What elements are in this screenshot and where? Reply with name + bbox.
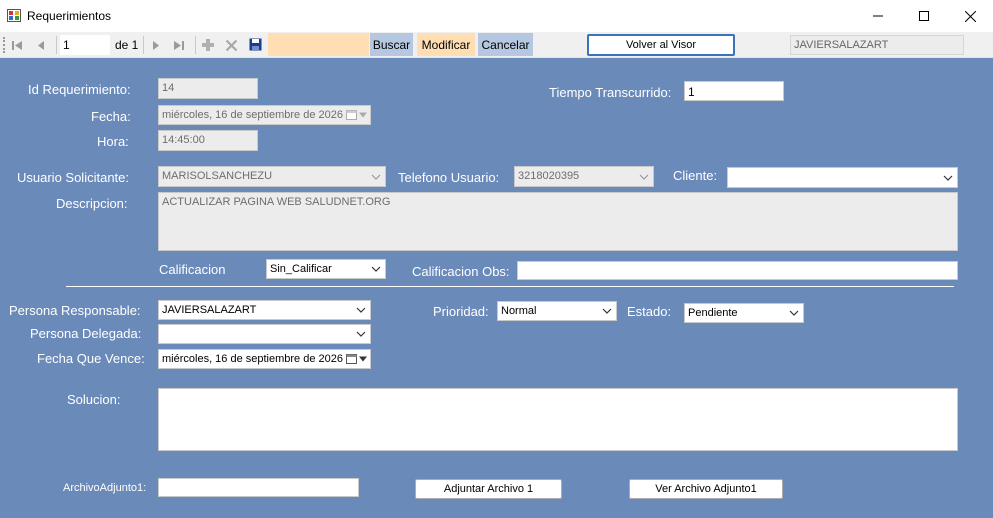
fecha-que-vence-datepicker[interactable]: miércoles, 16 de septiembre de 2026 xyxy=(158,349,371,369)
toolbar-spacer xyxy=(268,33,369,56)
modificar-button[interactable]: Modificar xyxy=(417,33,475,56)
toolbar-separator xyxy=(56,36,57,54)
cliente-label: Cliente: xyxy=(673,168,718,183)
cancelar-button[interactable]: Cancelar xyxy=(478,33,533,56)
hora-field[interactable]: 14:45:00 xyxy=(158,130,258,151)
tiempo-transcurrido-input[interactable]: 1 xyxy=(684,81,784,101)
usuario-solicitante-value: MARISOLSANCHEZU xyxy=(162,170,273,182)
persona-delegada-label: Persona Delegada: xyxy=(30,326,142,341)
move-next-icon[interactable] xyxy=(149,38,163,52)
usuario-solicitante-combo[interactable]: MARISOLSANCHEZU xyxy=(158,166,386,187)
telefono-usuario-value: 3218020395 xyxy=(518,170,580,182)
calificacion-combo[interactable]: Sin_Calificar xyxy=(266,259,386,279)
telefono-usuario-combo[interactable]: 3218020395 xyxy=(514,166,654,187)
id-requerimiento-label: Id Requerimiento: xyxy=(28,82,131,97)
chevron-down-icon xyxy=(359,112,367,118)
binding-navigator-toolbar: de 1 Buscar Modificar Cancelar Volver al… xyxy=(0,32,993,58)
estado-label: Estado: xyxy=(627,304,672,319)
chevron-down-icon xyxy=(359,356,367,362)
volver-al-visor-button[interactable]: Volver al Visor xyxy=(587,34,735,56)
buscar-button[interactable]: Buscar xyxy=(370,33,413,56)
persona-responsable-value: JAVIERSALAZART xyxy=(162,304,257,316)
telefono-usuario-label: Telefono Usuario: xyxy=(398,170,500,185)
maximize-button[interactable] xyxy=(901,0,947,32)
toolbar-separator xyxy=(143,36,144,54)
fecha-que-vence-label: Fecha Que Vence: xyxy=(37,351,145,366)
title-bar: Requerimientos xyxy=(0,0,993,32)
move-previous-icon[interactable] xyxy=(34,38,48,52)
calificacion-value: Sin_Calificar xyxy=(270,263,332,275)
solucion-textarea[interactable] xyxy=(158,388,958,451)
tiempo-transcurrido-label: Tiempo Transcurrido: xyxy=(549,85,672,100)
window-title: Requerimientos xyxy=(27,9,112,23)
fecha-label: Fecha: xyxy=(91,109,131,124)
chevron-down-icon xyxy=(789,310,799,316)
archivo-adjunto-input[interactable] xyxy=(158,478,359,497)
chevron-down-icon xyxy=(371,266,381,272)
prioridad-value: Normal xyxy=(501,305,537,317)
chevron-down-icon xyxy=(602,308,612,314)
chevron-down-icon xyxy=(356,331,366,337)
estado-value: Pendiente xyxy=(688,307,738,319)
persona-delegada-combo[interactable] xyxy=(158,324,371,344)
persona-responsable-combo[interactable]: JAVIERSALAZART xyxy=(158,300,371,320)
position-input[interactable] xyxy=(60,35,110,55)
move-first-icon[interactable] xyxy=(10,38,24,52)
record-count-label: de 1 xyxy=(115,38,139,52)
close-icon xyxy=(964,10,976,22)
section-divider xyxy=(66,286,954,287)
hora-label: Hora: xyxy=(97,134,129,149)
chevron-down-icon xyxy=(356,307,366,313)
fecha-que-vence-value: miércoles, 16 de septiembre de 2026 xyxy=(162,353,343,365)
maximize-icon xyxy=(919,11,929,21)
adjuntar-archivo-button[interactable]: Adjuntar Archivo 1 xyxy=(415,479,562,499)
fecha-value: miércoles, 16 de septiembre de 2026 xyxy=(162,109,343,121)
ver-archivo-adjunto-button[interactable]: Ver Archivo Adjunto1 xyxy=(629,479,783,499)
cliente-combo[interactable] xyxy=(727,167,958,188)
descripcion-label: Descripcion: xyxy=(56,196,128,211)
chevron-down-icon xyxy=(639,174,649,180)
archivo-adjunto-label: ArchivoAdjunto1: xyxy=(63,482,147,494)
descripcion-textarea[interactable]: ACTUALIZAR PAGINA WEB SALUDNET.ORG xyxy=(158,192,958,251)
prioridad-label: Prioridad: xyxy=(433,304,489,319)
solucion-label: Solucion: xyxy=(67,392,121,407)
minimize-icon xyxy=(873,15,883,17)
id-requerimiento-field[interactable]: 14 xyxy=(158,78,258,99)
chevron-down-icon xyxy=(371,174,381,180)
fecha-datepicker[interactable]: miércoles, 16 de septiembre de 2026 xyxy=(158,105,371,125)
save-icon[interactable] xyxy=(248,37,262,51)
calendar-icon xyxy=(346,110,357,120)
toolbar-separator xyxy=(195,36,196,54)
calendar-icon xyxy=(346,354,357,364)
form-panel: Id Requerimiento: 14 Tiempo Transcurrido… xyxy=(0,58,993,518)
chevron-down-icon xyxy=(943,175,953,181)
persona-responsable-label: Persona Responsable: xyxy=(9,303,141,318)
toolbar-grip[interactable] xyxy=(3,37,5,53)
minimize-button[interactable] xyxy=(855,0,901,32)
close-button[interactable] xyxy=(947,0,993,32)
calificacion-label: Calificacion xyxy=(159,262,226,277)
add-new-icon[interactable] xyxy=(201,38,215,52)
delete-icon[interactable] xyxy=(224,38,238,52)
move-last-icon[interactable] xyxy=(172,38,186,52)
usuario-solicitante-label: Usuario Solicitante: xyxy=(17,170,129,185)
calificacion-obs-label: Calificacion Obs: xyxy=(412,264,510,279)
current-user-box: JAVIERSALAZART xyxy=(790,35,964,55)
calificacion-obs-input[interactable] xyxy=(517,261,958,280)
app-icon xyxy=(7,9,21,22)
estado-combo[interactable]: Pendiente xyxy=(684,303,804,323)
prioridad-combo[interactable]: Normal xyxy=(497,301,617,321)
